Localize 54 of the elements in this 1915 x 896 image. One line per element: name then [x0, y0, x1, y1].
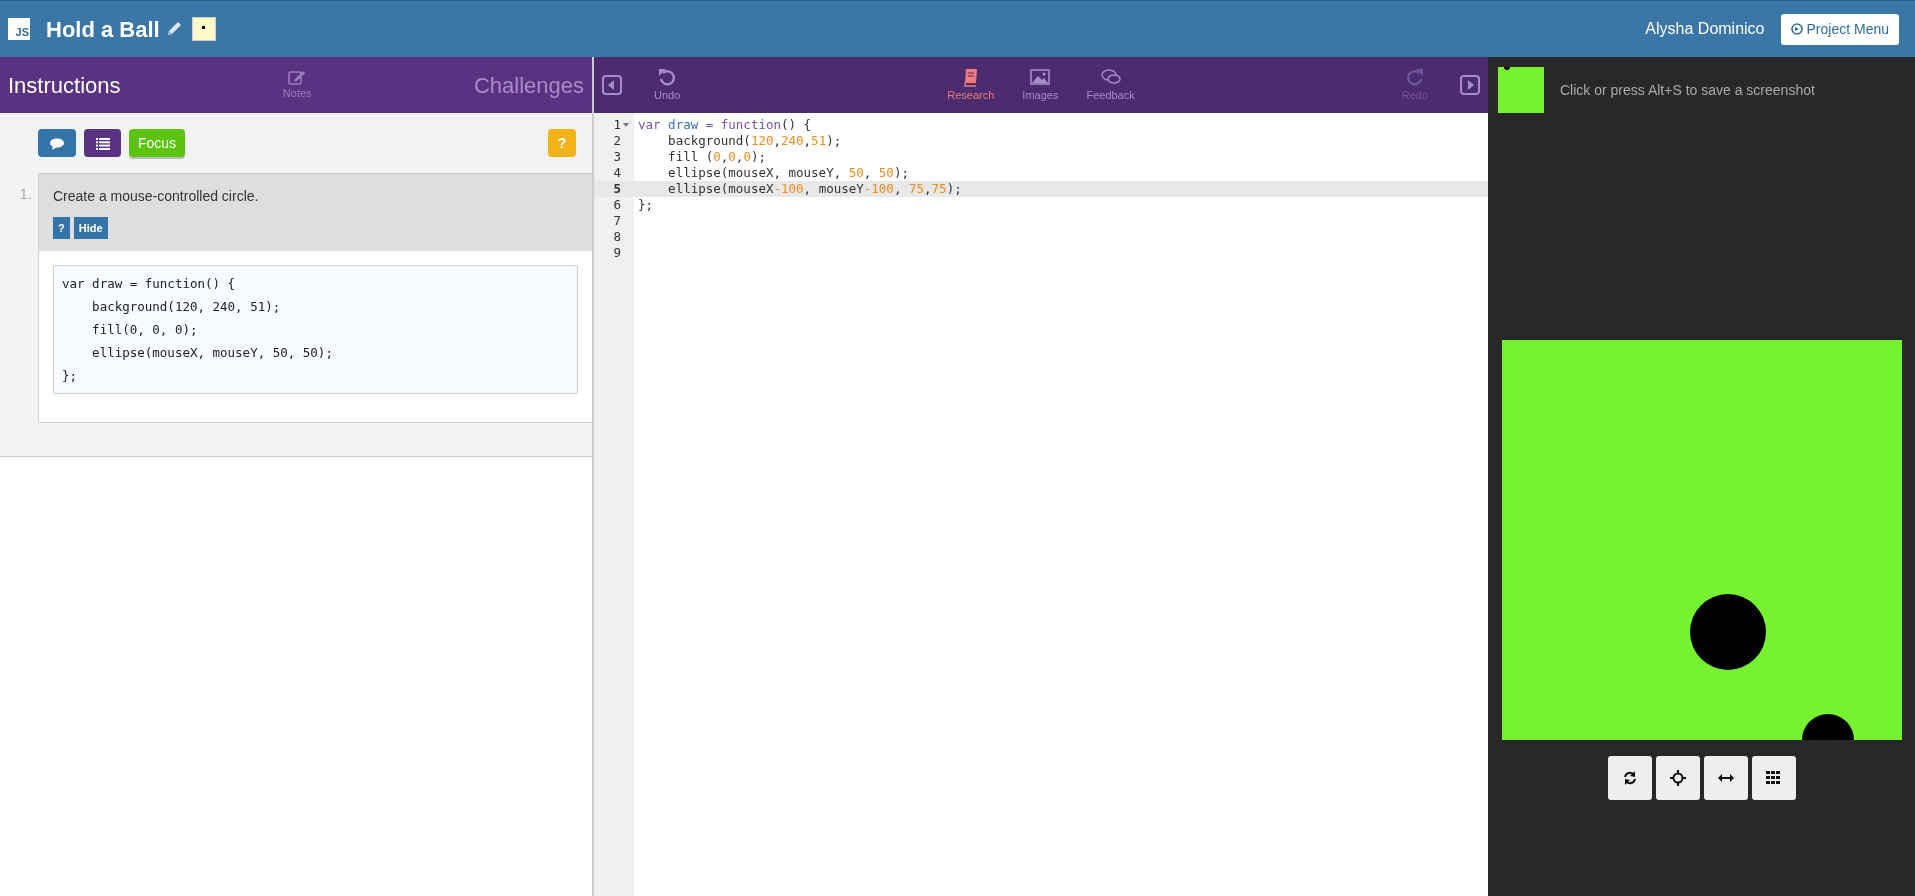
notes-tab[interactable]: Notes [281, 67, 313, 103]
image-icon [1030, 66, 1051, 87]
editor-tab[interactable]: Feedback [1080, 65, 1141, 105]
code-line: ellipse(mouseX-100, mouseY-100, 75,75); [667, 181, 962, 196]
line-number: 2 [613, 133, 621, 149]
code-sample: var draw = function() { background(120, 240, 51); fill(0, 0, 0); ellipse(mouseX, mouseY, 50, 50); }; [53, 265, 578, 394]
speech-bubble-icon [50, 137, 64, 150]
code-line: background(120,240,51); [667, 133, 842, 148]
line-number: 3 [613, 149, 621, 165]
undo-icon [657, 66, 678, 87]
panel-tab[interactable]: Instructions [8, 68, 121, 102]
step-button[interactable]: ? [53, 217, 70, 239]
code-line: var draw = function() { [638, 117, 812, 132]
line-number: 6 [613, 197, 621, 213]
code-line: }; [638, 197, 654, 212]
edit-icon [288, 68, 307, 85]
note-icon[interactable] [191, 17, 216, 41]
line-number: 7 [613, 213, 621, 229]
list-button[interactable] [84, 129, 121, 157]
crosshair-icon [1669, 770, 1686, 786]
restart-icon [1621, 770, 1638, 786]
line-number: 5 [613, 181, 621, 197]
redo-icon [1404, 66, 1425, 87]
resize-button[interactable] [1703, 756, 1748, 800]
step-button[interactable]: Hide [73, 217, 108, 239]
line-number: 8 [613, 229, 621, 245]
code-line: ellipse(mouseX, mouseY, 50, 50); [667, 165, 909, 180]
editor-tab[interactable]: Images [1016, 65, 1065, 105]
editor-tab[interactable]: Research [941, 65, 1001, 105]
code-line: fill (0,0,0); [667, 149, 766, 164]
panel-tab[interactable]: Challenges [473, 68, 584, 102]
user-name[interactable]: Alysha Dominico [1645, 17, 1765, 41]
fold-arrow-icon[interactable] [623, 122, 630, 128]
line-number: 9 [613, 245, 621, 261]
line-number: 1 [613, 117, 621, 133]
screenshot-hint: Click or press Alt+S to save a screenshot [1560, 80, 1815, 100]
comment-button[interactable] [38, 129, 76, 157]
logo[interactable]: JS [8, 18, 30, 40]
line-number: 4 [613, 165, 621, 181]
project-menu-button[interactable]: Project Menu [1780, 13, 1899, 45]
canvas-thumbnail[interactable] [1498, 67, 1544, 113]
step-number: 1. [18, 184, 33, 204]
grid-icon [1765, 770, 1782, 786]
run-icon[interactable] [1460, 75, 1480, 95]
crosshair-button[interactable] [1655, 756, 1700, 800]
speech-bubbles-icon [1100, 66, 1121, 87]
grid-button[interactable] [1751, 756, 1796, 800]
project-title: Hold a Ball [46, 15, 160, 44]
collapse-left-icon[interactable] [602, 75, 622, 95]
undo-button[interactable]: Undo [648, 65, 687, 105]
list-icon [95, 137, 110, 150]
step-text: Create a mouse-controlled circle. [53, 187, 260, 206]
restart-button[interactable] [1607, 756, 1652, 800]
focus-button[interactable]: Focus [129, 129, 186, 157]
